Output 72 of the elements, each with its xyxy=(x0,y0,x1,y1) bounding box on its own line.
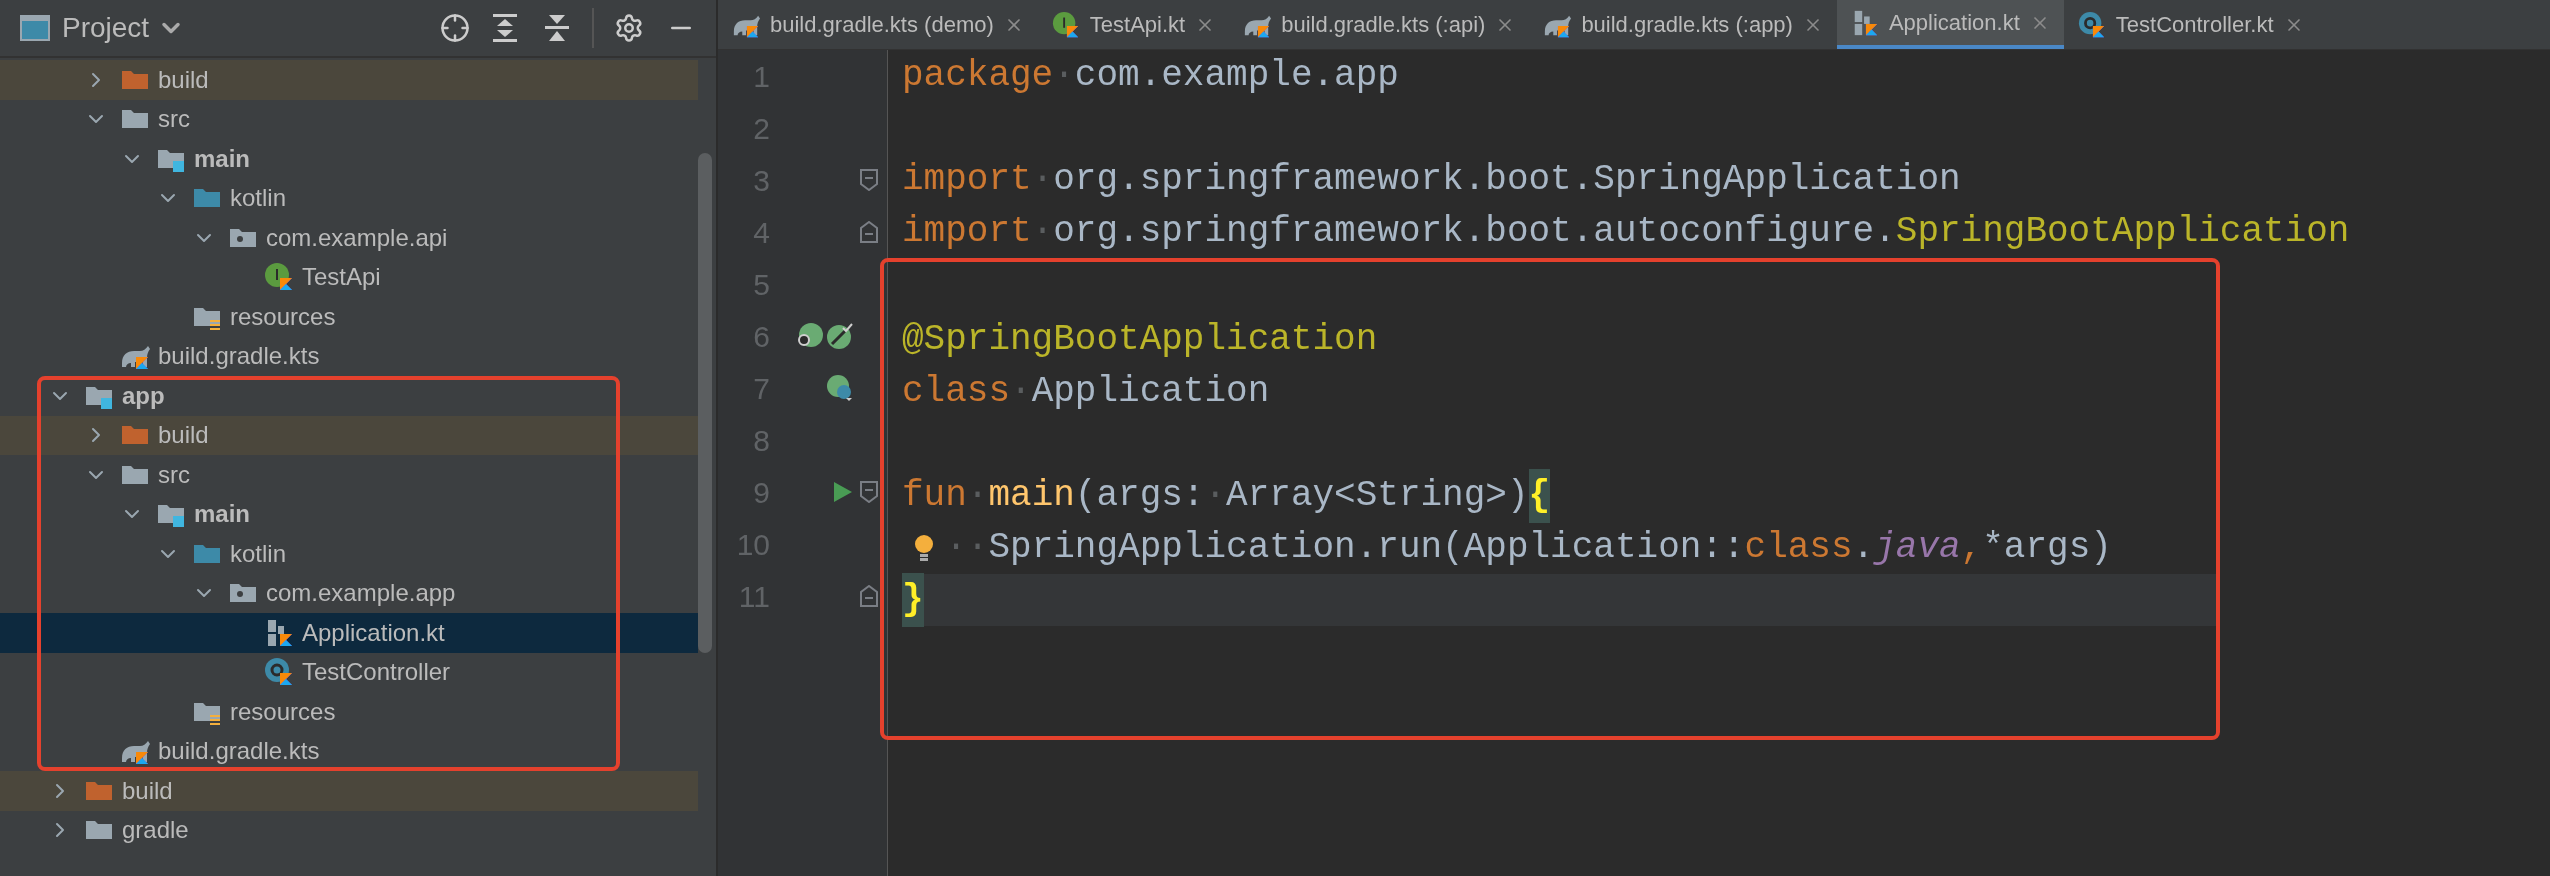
tree-label: build.gradle.kts xyxy=(158,341,320,372)
tree-label: com.example.api xyxy=(266,222,448,253)
tree-label: build.gradle.kts xyxy=(158,736,320,767)
bean-check-icon[interactable] xyxy=(826,322,854,350)
tree-row[interactable]: app xyxy=(0,376,698,416)
expand-all-icon[interactable] xyxy=(492,13,518,43)
code-line: package·com.example.app xyxy=(902,54,1400,98)
editor-tab[interactable]: TestApi.kt xyxy=(1037,0,1230,49)
tree-label: resources xyxy=(230,301,336,332)
fold-icon[interactable] xyxy=(860,169,878,191)
tree-label: resources xyxy=(230,696,336,727)
tree-row[interactable]: TestController xyxy=(0,652,698,692)
tree-label: TestController xyxy=(302,657,451,688)
tree-row[interactable]: kotlin xyxy=(0,534,698,574)
tree-row[interactable]: resources xyxy=(0,692,698,732)
tree-row[interactable]: resources xyxy=(0,297,698,337)
tree-label: main xyxy=(194,143,250,174)
tree-label: app xyxy=(122,380,165,411)
bean-class-icon[interactable] xyxy=(826,374,854,402)
code-line: class·Application xyxy=(902,370,1271,414)
tree-row[interactable]: src xyxy=(0,99,698,139)
tree-row[interactable]: com.example.api xyxy=(0,218,698,258)
settings-icon[interactable] xyxy=(614,13,644,43)
scrollbar-thumb[interactable] xyxy=(698,153,712,653)
window-icon xyxy=(20,15,50,41)
tree-label: main xyxy=(194,499,250,530)
tree-row[interactable]: src xyxy=(0,455,698,495)
class-icon xyxy=(2077,10,2106,39)
tree-row[interactable]: build.gradle.kts xyxy=(0,731,698,771)
editor-tab[interactable]: build.gradle.kts (:api) xyxy=(1229,0,1530,49)
code-line: import·org.springframework.boot.autoconfigure.SpringBootApplication xyxy=(902,210,2351,254)
run-icon[interactable] xyxy=(832,480,854,504)
interface-icon xyxy=(264,262,294,293)
editor-tab[interactable]: Application.kt xyxy=(1836,0,2064,49)
code-line: @SpringBootApplication xyxy=(902,318,1379,362)
collapse-all-icon[interactable] xyxy=(544,13,570,43)
editor-tab[interactable]: build.gradle.kts (:app) xyxy=(1529,0,1837,49)
locate-icon[interactable] xyxy=(440,13,470,43)
tree-label: kotlin xyxy=(230,538,287,569)
tree-row[interactable]: build xyxy=(0,771,698,811)
interface-icon xyxy=(1051,10,1080,39)
tree-label: build xyxy=(158,64,209,95)
panel-title[interactable]: Project xyxy=(62,7,150,49)
class-icon xyxy=(264,657,294,688)
tree-row[interactable]: main xyxy=(0,494,698,534)
tree-row[interactable]: build xyxy=(0,60,698,100)
tree-row[interactable]: build.gradle.kts xyxy=(0,336,698,376)
tree-label: TestApi xyxy=(302,262,381,293)
tree-row[interactable]: TestApi xyxy=(0,257,698,297)
tree-label: com.example.app xyxy=(266,578,456,609)
tree-label: kotlin xyxy=(230,183,287,214)
code-line: ··SpringApplication.run(Application::class.java,*args) xyxy=(902,522,2216,574)
bean-search-icon[interactable] xyxy=(796,322,824,350)
tree-label: build xyxy=(158,420,209,451)
code-line: import·org.springframework.boot.SpringApplication xyxy=(902,158,1962,202)
tree-row[interactable]: build xyxy=(0,415,698,455)
fold-icon[interactable] xyxy=(860,221,878,243)
tree-label: build xyxy=(122,775,173,806)
tree-row[interactable]: kotlin xyxy=(0,178,698,218)
tree-label: gradle xyxy=(122,815,189,846)
fold-icon[interactable] xyxy=(860,481,878,503)
code-line: fun·main(args:·Array<String>){ xyxy=(902,470,2216,522)
tree-label: Application.kt xyxy=(302,617,445,648)
tree-row[interactable]: Application.kt xyxy=(0,613,698,653)
tree-row[interactable]: gradle xyxy=(0,810,698,850)
tree-label: src xyxy=(158,459,190,490)
tree-row[interactable]: main xyxy=(0,139,698,179)
tree-row[interactable]: com.example.app xyxy=(0,573,698,613)
tree-label: src xyxy=(158,104,190,135)
editor-tab[interactable]: build.gradle.kts (demo) xyxy=(718,0,1038,49)
fold-icon[interactable] xyxy=(860,585,878,607)
editor-tab[interactable]: TestController.kt xyxy=(2063,0,2318,49)
